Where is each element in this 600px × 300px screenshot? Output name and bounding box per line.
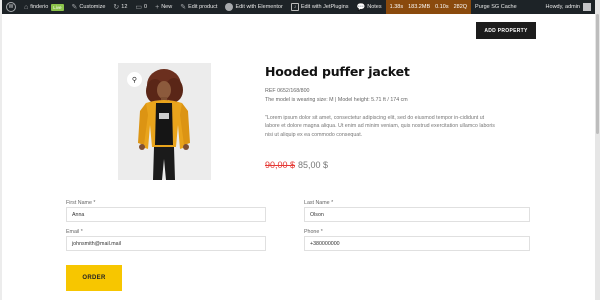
notes-icon: 💬 — [356, 3, 366, 11]
edit-product-link[interactable]: ✎ Edit product — [176, 0, 221, 14]
comments-count: 0 — [144, 4, 148, 10]
new-label: New — [161, 4, 173, 10]
qm-db-time: 0.10s — [435, 4, 449, 10]
email-field[interactable]: johnsmith@mail.mail — [66, 236, 266, 251]
new-content-menu[interactable]: + New — [151, 0, 176, 14]
admin-bar: W ⌂ finderio Live ✎ Customize ↻ 12 ▭ 0 +… — [2, 0, 595, 14]
email-label: Email * — [66, 229, 83, 235]
product-title: Hooded puffer jacket — [265, 64, 410, 79]
qm-time: 1.38s — [389, 4, 404, 10]
order-button[interactable]: ORDER — [66, 265, 122, 291]
product-ref: REF 0652/168/800 — [265, 88, 310, 94]
edit-jetplugins-link[interactable]: J Edit with JetPlugins — [287, 0, 353, 14]
old-price: 90,00 $ — [265, 160, 296, 170]
phone-label: Phone * — [304, 229, 323, 235]
qm-queries: 282Q — [453, 4, 468, 10]
revisions-link[interactable]: ↻ 12 — [109, 0, 131, 14]
edit-product-label: Edit product — [188, 4, 218, 10]
purge-cache-label: Purge SG Cache — [475, 4, 517, 10]
notes-label: Notes — [367, 4, 382, 10]
current-price: 85,00 $ — [298, 160, 329, 170]
edit-elementor-label: Edit with Elementor — [235, 4, 283, 10]
product-image[interactable]: ⚲ — [118, 63, 211, 180]
account-menu[interactable]: Howdy, admin — [542, 0, 595, 14]
first-name-label: First Name * — [66, 200, 96, 206]
search-icon: ⚲ — [131, 76, 138, 84]
comment-icon: ▭ — [135, 3, 143, 11]
customize-link[interactable]: ✎ Customize — [68, 0, 110, 14]
brush-icon: ✎ — [71, 3, 78, 11]
edit-jetplugins-label: Edit with JetPlugins — [300, 4, 349, 10]
product-description: "Lorem ipsum dolor sit amet, consectetur… — [265, 115, 495, 138]
notes-link[interactable]: 💬 Notes — [353, 0, 386, 14]
jetplugins-icon: J — [290, 3, 299, 11]
elementor-icon — [225, 3, 234, 11]
site-name-menu[interactable]: ⌂ finderio Live — [20, 0, 68, 14]
scrollbar-thumb[interactable] — [596, 14, 599, 134]
query-monitor-menu[interactable]: 1.38s 183.2MB 0.10s 282Q — [385, 0, 472, 14]
first-name-field[interactable]: Anna — [66, 207, 266, 222]
product-price: 90,00 $ 85,00 $ — [265, 160, 328, 170]
avatar — [583, 3, 591, 11]
scrollbar[interactable] — [595, 0, 600, 300]
qm-memory: 183.2MB — [408, 4, 431, 10]
customize-label: Customize — [79, 4, 106, 10]
home-icon: ⌂ — [24, 3, 29, 11]
wordpress-menu[interactable]: W — [2, 0, 20, 14]
comments-link[interactable]: ▭ 0 — [131, 0, 151, 14]
plus-icon: + — [155, 3, 160, 11]
last-name-label: Last Name * — [304, 200, 334, 206]
page: W ⌂ finderio Live ✎ Customize ↻ 12 ▭ 0 +… — [2, 0, 595, 300]
add-property-button[interactable]: ADD PROPERTY — [476, 22, 536, 39]
browser-frame: W ⌂ finderio Live ✎ Customize ↻ 12 ▭ 0 +… — [0, 0, 600, 300]
phone-field[interactable]: +380000000 — [304, 236, 530, 251]
purge-cache-link[interactable]: Purge SG Cache — [471, 0, 521, 14]
last-name-field[interactable]: Olson — [304, 207, 530, 222]
refresh-icon: ↻ — [113, 3, 120, 11]
zoom-button[interactable]: ⚲ — [127, 72, 142, 87]
wordpress-icon: W — [6, 2, 16, 12]
site-name: finderio — [30, 4, 49, 10]
pencil-icon: ✎ — [180, 3, 187, 11]
live-badge: Live — [51, 3, 64, 11]
howdy-label: Howdy, admin — [545, 4, 580, 10]
edit-elementor-link[interactable]: Edit with Elementor — [221, 0, 286, 14]
revisions-count: 12 — [121, 4, 128, 10]
model-info: The model is wearing size: M | Model hei… — [265, 97, 408, 103]
